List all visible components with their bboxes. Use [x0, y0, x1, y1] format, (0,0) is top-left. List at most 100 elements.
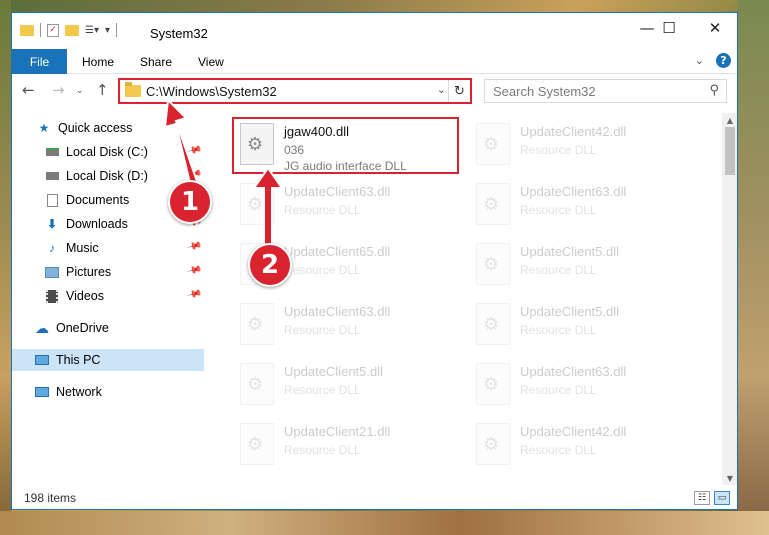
dll-file-icon: [476, 243, 510, 285]
tab-file[interactable]: File: [12, 49, 67, 74]
file-type: Resource DLL: [520, 143, 597, 157]
pin-icon[interactable]: 📌: [186, 263, 202, 279]
forward-arrow-icon[interactable]: →: [52, 81, 65, 99]
pin-icon[interactable]: 📌: [186, 143, 202, 159]
file-item[interactable]: UpdateClient42.dll Resource DLL: [470, 119, 700, 171]
file-item[interactable]: UpdateClient5.dll Resource DLL: [470, 299, 700, 351]
file-item[interactable]: UpdateClient42.dll Resource DLL: [470, 419, 700, 471]
sidebar-item-network[interactable]: Network: [12, 381, 204, 403]
tab-view[interactable]: View: [198, 55, 224, 69]
navigation-pane: ★ Quick access Local Disk (C:) 📌 Local D…: [12, 113, 206, 485]
title-bar: ✓ ☰▾ ▾ System32 — ☐ ✕: [12, 13, 737, 49]
sidebar-item-label: Quick access: [58, 121, 133, 135]
drive-icon: [44, 144, 60, 160]
file-type: Resource DLL: [284, 263, 361, 277]
file-name: UpdateClient5.dll: [520, 304, 620, 319]
sidebar-item-quick-access[interactable]: ★ Quick access: [12, 117, 204, 139]
drive-icon: [44, 168, 60, 184]
scroll-up-icon[interactable]: ▲: [722, 113, 737, 127]
navigation-bar: ← → ⌄ ↑ C:\Windows\System32 ⌄ ↻ Search S…: [12, 75, 737, 107]
address-dropdown-icon[interactable]: ⌄: [437, 83, 446, 96]
window-title: System32: [150, 26, 208, 41]
maximize-button[interactable]: ☐: [646, 13, 692, 43]
computer-icon: [34, 352, 50, 368]
expand-ribbon-icon[interactable]: ⌄: [695, 54, 704, 67]
file-item[interactable]: UpdateClient5.dll Resource DLL: [234, 359, 464, 411]
search-placeholder[interactable]: Search System32: [493, 84, 596, 99]
file-type: Resource DLL: [520, 203, 597, 217]
dll-file-icon: [240, 303, 274, 345]
sidebar-item-music[interactable]: ♪ Music 📌: [12, 237, 204, 259]
file-name: UpdateClient63.dll: [520, 364, 627, 379]
toolbar-separator: [116, 23, 118, 37]
sidebar-item-label: Network: [56, 385, 102, 399]
file-item[interactable]: UpdateClient5.dll Resource DLL: [470, 239, 700, 291]
address-path[interactable]: C:\Windows\System32: [146, 84, 277, 99]
file-name: UpdateClient65.dll: [284, 244, 391, 259]
desktop-background-left: [0, 0, 11, 535]
close-button[interactable]: ✕: [692, 13, 737, 43]
refresh-icon[interactable]: ↻: [448, 80, 470, 102]
file-name: UpdateClient5.dll: [284, 364, 384, 379]
properties-icon[interactable]: ✓: [47, 23, 59, 37]
sidebar-item-local-disk-c[interactable]: Local Disk (C:) 📌: [12, 141, 204, 163]
file-item[interactable]: UpdateClient63.dll Resource DLL: [470, 359, 700, 411]
pin-icon[interactable]: 📌: [186, 287, 202, 303]
vertical-scrollbar[interactable]: ▲ ▼: [722, 113, 737, 485]
sidebar-item-label: Downloads: [66, 217, 128, 231]
file-item[interactable]: UpdateClient63.dll Resource DLL: [470, 179, 700, 231]
sidebar-item-label: Music: [66, 241, 99, 255]
folder-icon: [125, 82, 141, 97]
large-icons-view-icon[interactable]: ▭: [714, 491, 730, 505]
help-icon[interactable]: ?: [716, 53, 731, 68]
scroll-down-icon[interactable]: ▼: [722, 471, 737, 485]
file-name: UpdateClient42.dll: [520, 424, 627, 439]
step-2-badge: 2: [248, 243, 292, 287]
pin-icon[interactable]: 📌: [186, 239, 202, 255]
recent-locations-icon[interactable]: ⌄: [76, 86, 84, 96]
sidebar-item-label: Videos: [66, 289, 104, 303]
sidebar-item-pictures[interactable]: Pictures 📌: [12, 261, 204, 283]
file-type: Resource DLL: [284, 203, 361, 217]
explorer-window: ✓ ☰▾ ▾ System32 — ☐ ✕ File Home Share Vi…: [11, 12, 738, 510]
folder-icon: [20, 24, 34, 36]
download-icon: ⬇: [46, 217, 58, 231]
new-folder-icon[interactable]: [65, 24, 79, 36]
details-view-icon[interactable]: ☷: [694, 491, 710, 505]
tab-share[interactable]: Share: [140, 55, 172, 69]
file-type: Resource DLL: [284, 443, 361, 457]
toolbar-separator: [40, 23, 41, 37]
search-icon[interactable]: ⚲: [709, 83, 719, 98]
file-name: UpdateClient63.dll: [284, 304, 391, 319]
dll-file-icon: [240, 183, 274, 225]
file-type: Resource DLL: [520, 443, 597, 457]
customize-toolbar-icon[interactable]: ☰▾: [85, 25, 99, 36]
file-item[interactable]: UpdateClient63.dll Resource DLL: [234, 299, 464, 351]
file-name: UpdateClient42.dll: [520, 124, 627, 139]
sidebar-item-this-pc[interactable]: This PC: [12, 349, 204, 371]
pictures-icon: [44, 264, 60, 280]
search-box[interactable]: Search System32 ⚲: [484, 79, 727, 103]
tab-home[interactable]: Home: [82, 55, 114, 69]
dll-file-icon: [476, 123, 510, 165]
up-arrow-icon[interactable]: ↑: [96, 81, 109, 99]
sidebar-item-videos[interactable]: Videos 📌: [12, 285, 204, 307]
status-bar: 198 items ☷ ▭: [12, 487, 737, 509]
back-arrow-icon[interactable]: ←: [22, 81, 35, 99]
dll-file-icon: [476, 183, 510, 225]
music-icon: ♪: [49, 241, 55, 255]
sidebar-item-label: Documents: [66, 193, 130, 207]
scrollbar-thumb[interactable]: [725, 127, 735, 175]
sidebar-item-local-disk-d[interactable]: Local Disk (D:) 📌: [12, 165, 204, 187]
file-type: Resource DLL: [284, 323, 361, 337]
file-name: UpdateClient5.dll: [520, 244, 620, 259]
dll-file-icon: [476, 303, 510, 345]
file-type: Resource DLL: [520, 383, 597, 397]
star-icon: ★: [38, 121, 50, 135]
toolbar-dropdown-icon[interactable]: ▾: [105, 25, 110, 36]
address-bar[interactable]: C:\Windows\System32 ⌄ ↻: [118, 78, 472, 104]
sidebar-item-onedrive[interactable]: ☁ OneDrive: [12, 317, 204, 339]
desktop-background-bottom: [0, 511, 769, 535]
file-item[interactable]: UpdateClient21.dll Resource DLL: [234, 419, 464, 471]
file-item[interactable]: UpdateClient63.dll Resource DLL: [234, 179, 464, 231]
